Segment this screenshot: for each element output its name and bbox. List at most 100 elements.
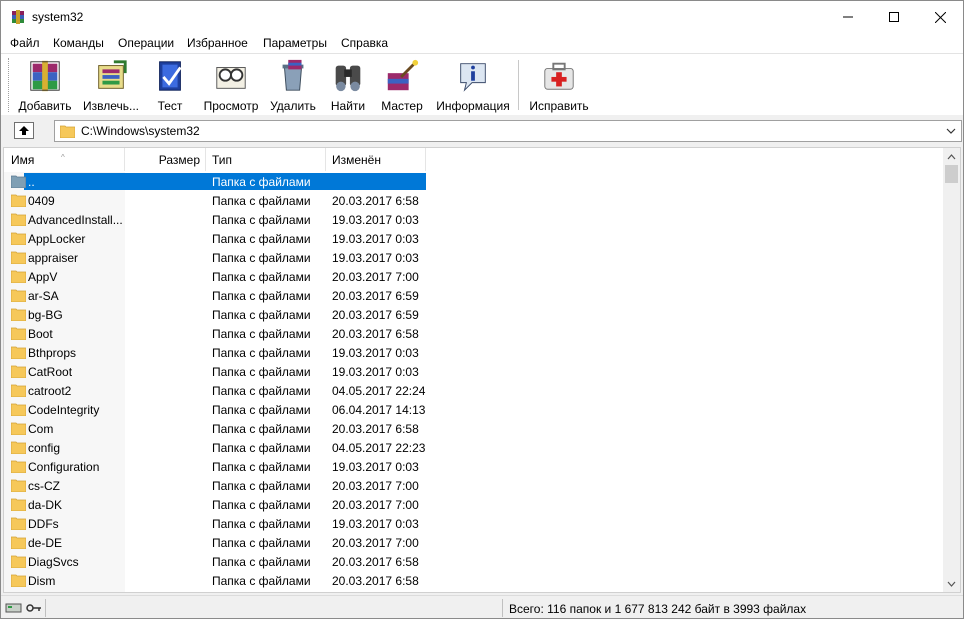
file-type: Папка с файлами (212, 346, 311, 360)
menu-help[interactable]: Справка (341, 36, 388, 50)
find-button[interactable]: Найти (327, 57, 369, 113)
table-row[interactable]: Dism Папка с файлами 20.03.2017 6:58 (4, 571, 948, 590)
scroll-up-button[interactable] (943, 148, 960, 165)
maximize-icon (889, 12, 899, 22)
table-row[interactable]: DiagSvcs Папка с файлами 20.03.2017 6:58 (4, 552, 948, 571)
view-button[interactable]: Просмотр (201, 57, 261, 113)
table-row[interactable]: appraiser Папка с файлами 19.03.2017 0:03 (4, 248, 948, 267)
table-row[interactable]: de-DE Папка с файлами 20.03.2017 7:00 (4, 533, 948, 552)
table-row[interactable]: CatRoot Папка с файлами 19.03.2017 0:03 (4, 362, 948, 381)
info-button-label: Информация (436, 99, 510, 113)
folder-icon (11, 194, 26, 207)
table-row[interactable]: AppV Папка с файлами 20.03.2017 7:00 (4, 267, 948, 286)
file-name: bg-BG (28, 308, 63, 322)
file-name: DDFs (28, 517, 59, 531)
table-row[interactable]: Boot Папка с файлами 20.03.2017 6:58 (4, 324, 948, 343)
up-folder-button[interactable] (14, 122, 34, 139)
column-header-modified[interactable]: Изменён (326, 148, 426, 171)
menu-favorites[interactable]: Избранное (187, 36, 248, 50)
delete-icon (282, 59, 304, 91)
wizard-button[interactable]: Мастер (379, 57, 425, 113)
status-summary: Всего: 116 папок и 1 677 813 242 байт в … (509, 602, 807, 616)
folder-icon (11, 346, 26, 359)
file-type: Папка с файлами (212, 327, 311, 341)
view-button-label: Просмотр (203, 99, 259, 113)
scroll-down-button[interactable] (943, 575, 960, 592)
add-button-label: Добавить (18, 99, 72, 113)
toolbar-grip[interactable] (8, 58, 11, 112)
winrar-app-icon (12, 10, 24, 24)
table-row[interactable]: ar-SA Папка с файлами 20.03.2017 6:59 (4, 286, 948, 305)
info-button[interactable]: Информация (434, 57, 512, 113)
status-bar: Всего: 116 папок и 1 677 813 242 байт в … (1, 595, 963, 618)
file-name: Dism (28, 574, 56, 588)
close-button[interactable] (917, 1, 963, 33)
table-row[interactable]: .. Папка с файлами (4, 172, 948, 191)
table-row[interactable]: catroot2 Папка с файлами 04.05.2017 22:24 (4, 381, 948, 400)
file-modified: 19.03.2017 0:03 (332, 232, 419, 246)
file-name: appraiser (28, 251, 79, 265)
folder-icon (11, 422, 26, 435)
file-name: Configuration (28, 460, 100, 474)
maximize-button[interactable] (871, 1, 917, 33)
table-row[interactable]: Configuration Папка с файлами 19.03.2017 0… (4, 457, 948, 476)
table-row[interactable]: Com Папка с файлами 20.03.2017 6:58 (4, 419, 948, 438)
column-header-type[interactable]: Тип (206, 148, 326, 171)
file-modified: 19.03.2017 0:03 (332, 251, 419, 265)
file-type: Папка с файлами (212, 270, 311, 284)
table-row[interactable]: config Папка с файлами 04.05.2017 22:23 (4, 438, 948, 457)
folder-icon (11, 213, 26, 226)
delete-button[interactable]: Удалить (269, 57, 317, 113)
folder-icon (11, 498, 26, 511)
extract-button-label: Извлечь... (82, 99, 139, 113)
file-type: Папка с файлами (212, 536, 311, 550)
table-row[interactable]: DDFs Папка с файлами 19.03.2017 0:03 (4, 514, 948, 533)
menu-operations[interactable]: Операции (118, 36, 174, 50)
file-modified: 20.03.2017 6:59 (332, 308, 419, 322)
table-row[interactable]: AdvancedInstall... Папка с файлами 19.03.2… (4, 210, 948, 229)
folder-icon (11, 384, 26, 397)
close-icon (934, 11, 946, 23)
menu-options[interactable]: Параметры (263, 36, 327, 50)
menu-file[interactable]: Файл (10, 36, 40, 50)
column-header-size[interactable]: Размер (125, 148, 206, 171)
sort-ascending-icon: ^ (61, 153, 65, 162)
path-field[interactable]: C:\Windows\system32 (54, 120, 962, 142)
title-bar[interactable]: system32 (1, 1, 963, 33)
scroll-thumb[interactable] (945, 165, 958, 183)
menu-commands[interactable]: Команды (53, 36, 104, 50)
minimize-button[interactable] (825, 1, 871, 33)
file-name: Com (28, 422, 54, 436)
file-modified: 20.03.2017 7:00 (332, 479, 419, 493)
repair-button[interactable]: Исправить (527, 57, 591, 113)
add-button[interactable]: Добавить (17, 57, 73, 113)
file-list[interactable]: Имя ^ Размер Тип Изменён .. Папка с файла… (3, 147, 961, 593)
table-row[interactable]: cs-CZ Папка с файлами 20.03.2017 7:00 (4, 476, 948, 495)
chevron-down-icon[interactable] (944, 124, 958, 138)
file-modified: 20.03.2017 6:58 (332, 327, 419, 341)
table-row[interactable]: 0409 Папка с файлами 20.03.2017 6:58 (4, 191, 948, 210)
table-row[interactable]: CodeIntegrity Папка с файлами 06.04.2017 1… (4, 400, 948, 419)
test-button[interactable]: Тест (149, 57, 191, 113)
folder-icon (11, 574, 26, 587)
column-modified-label: Изменён (332, 153, 381, 167)
vertical-scrollbar[interactable] (943, 148, 960, 592)
column-header-name[interactable]: Имя ^ (4, 148, 125, 171)
folder-icon (11, 270, 26, 283)
status-divider (45, 599, 46, 617)
extract-button[interactable]: Извлечь... (80, 57, 142, 113)
delete-button-label: Удалить (270, 99, 316, 113)
minimize-icon (843, 16, 853, 18)
file-name: CodeIntegrity (28, 403, 100, 417)
folder-icon (11, 327, 26, 340)
chevron-up-icon (947, 153, 956, 159)
table-row[interactable]: AppLocker Папка с файлами 19.03.2017 0:03 (4, 229, 948, 248)
path-text: C:\Windows\system32 (81, 124, 200, 138)
table-row[interactable]: bg-BG Папка с файлами 20.03.2017 6:59 (4, 305, 948, 324)
table-row[interactable]: Bthprops Папка с файлами 19.03.2017 0:03 (4, 343, 948, 362)
add-archive-icon (30, 60, 60, 92)
file-name: Boot (28, 327, 53, 341)
file-type: Папка с файлами (212, 498, 311, 512)
table-row[interactable]: da-DK Папка с файлами 20.03.2017 7:00 (4, 495, 948, 514)
file-type: Папка с файлами (212, 517, 311, 531)
